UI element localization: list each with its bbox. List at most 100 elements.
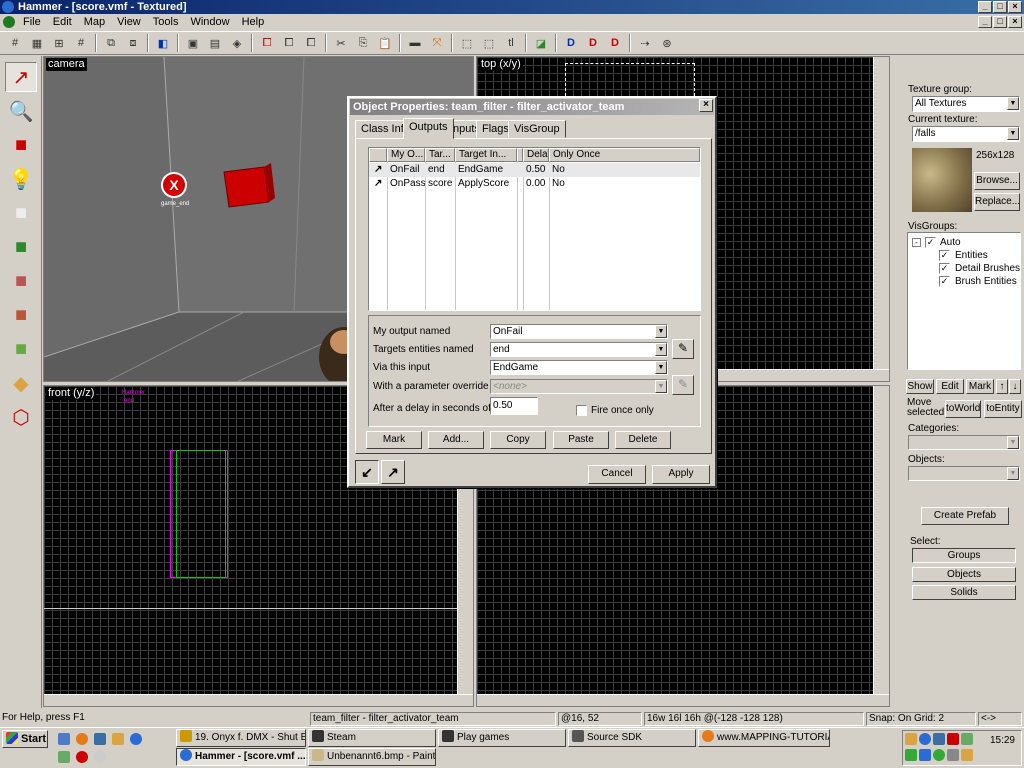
parameter-select[interactable]: <none> ▼: [490, 379, 668, 394]
do-icon[interactable]: D: [562, 34, 580, 52]
mdi-minimize-button[interactable]: _: [978, 16, 992, 28]
chevron-down-icon[interactable]: ▼: [655, 380, 667, 393]
table-row[interactable]: ↗ OnFail end EndGame 0.50 No: [369, 163, 700, 177]
check-icon[interactable]: ◈: [228, 34, 246, 52]
menu-file[interactable]: File: [18, 16, 46, 28]
quicklaunch-icon[interactable]: [58, 733, 70, 745]
edit-button[interactable]: Edit: [936, 379, 964, 394]
categories-select[interactable]: ▼: [908, 435, 1020, 450]
tab-visgroup[interactable]: VisGroup: [508, 120, 566, 138]
visgroups-tree[interactable]: - ✓ Auto ✓ Entities ✓ Detail Brushes ✓ B…: [907, 232, 1021, 370]
menu-edit[interactable]: Edit: [48, 16, 77, 28]
larger-grid-icon[interactable]: #: [72, 34, 90, 52]
collapse-icon[interactable]: -: [912, 238, 921, 247]
move-up-button[interactable]: ↑: [996, 379, 1008, 394]
entity-tool-icon[interactable]: 💡: [5, 164, 37, 194]
visgroup-entities-checkbox[interactable]: ✓: [939, 250, 950, 261]
quicklaunch-icon[interactable]: [76, 751, 88, 763]
fire-once-checkbox[interactable]: [576, 405, 587, 416]
chevron-down-icon[interactable]: ▼: [1007, 127, 1019, 140]
chevron-down-icon[interactable]: ▼: [655, 361, 667, 374]
menu-tools[interactable]: Tools: [148, 16, 184, 28]
texture-lock-icon[interactable]: ⧠: [258, 34, 276, 52]
browse-button[interactable]: Browse...: [974, 172, 1020, 190]
minimize-button[interactable]: _: [978, 1, 992, 13]
select-groups-button[interactable]: Groups: [912, 548, 1016, 563]
task-play-games[interactable]: Play games: [438, 729, 566, 747]
block-tool-icon[interactable]: ■: [5, 198, 37, 228]
quicklaunch-icon[interactable]: [94, 751, 106, 763]
top-viewport-vscroll[interactable]: [873, 57, 889, 369]
tray-icon[interactable]: [905, 733, 917, 745]
column-header-input[interactable]: Target In...: [455, 148, 517, 162]
menu-view[interactable]: View: [112, 16, 146, 28]
tab-outputs[interactable]: Outputs: [403, 118, 454, 139]
replace-button[interactable]: Replace...: [974, 193, 1020, 211]
toggle-icon[interactable]: ⧠: [302, 34, 320, 52]
tt-icon[interactable]: tl: [502, 34, 520, 52]
dialog-close-button[interactable]: ×: [699, 99, 713, 112]
tray-icon[interactable]: [947, 749, 959, 761]
column-header-icon[interactable]: [369, 148, 387, 162]
chevron-down-icon[interactable]: ▼: [655, 343, 667, 356]
column-header-delay[interactable]: Delay: [523, 148, 549, 162]
column-header-once[interactable]: Only Once: [549, 148, 700, 162]
magnify-tool-icon[interactable]: 🔍: [5, 96, 37, 126]
side-viewport-hscroll[interactable]: [477, 694, 889, 706]
tray-icon[interactable]: [961, 733, 973, 745]
maximize-button[interactable]: □: [993, 1, 1007, 13]
task-winamp[interactable]: 19. Onyx f. DMX - Shut E...: [176, 729, 306, 747]
visgroup-brush-entities[interactable]: Brush Entities: [955, 276, 1017, 287]
task-steam[interactable]: Steam: [308, 729, 436, 747]
vertex-tool-icon[interactable]: ⬡: [5, 402, 37, 432]
via-input-select[interactable]: EndGame ▼: [490, 360, 668, 375]
smaller-grid-icon[interactable]: ⊞: [50, 34, 68, 52]
autoalign-icon[interactable]: ⧠: [280, 34, 298, 52]
hide-icon[interactable]: ◧: [154, 34, 172, 52]
3d-grid-icon[interactable]: ▦: [28, 34, 46, 52]
clip-tool-icon[interactable]: ◆: [5, 368, 37, 398]
paste-icon[interactable]: 📋: [376, 34, 394, 52]
carve-icon[interactable]: ▣: [184, 34, 202, 52]
tray-icon[interactable]: [947, 733, 959, 745]
visgroup-auto-checkbox[interactable]: ✓: [925, 237, 936, 248]
tray-icon[interactable]: [933, 733, 945, 745]
paste-button[interactable]: Paste: [553, 431, 609, 449]
pick-target-button[interactable]: ✎: [672, 339, 694, 359]
outputs-list[interactable]: My O... Tar... Target In... Delay Only O…: [368, 147, 701, 311]
table-row[interactable]: ↗ OnPass score ApplyScore 0.00 No: [369, 177, 700, 191]
task-source-sdk[interactable]: Source SDK: [568, 729, 696, 747]
tray-icon[interactable]: [919, 749, 931, 761]
dialog-title[interactable]: Object Properties: team_filter - filter_…: [350, 99, 714, 115]
inputs-mode-button[interactable]: ↗: [381, 460, 405, 484]
select-tool-icon[interactable]: ⬚: [480, 34, 498, 52]
create-prefab-button[interactable]: Create Prefab: [921, 507, 1009, 525]
menu-map[interactable]: Map: [79, 16, 110, 28]
add-button[interactable]: Add...: [428, 431, 484, 449]
visgroup-entities[interactable]: Entities: [955, 250, 988, 261]
delete-button[interactable]: Delete: [615, 431, 671, 449]
cut-icon[interactable]: ✂: [332, 34, 350, 52]
task-hammer[interactable]: Hammer - [score.vmf ...: [176, 748, 306, 766]
mark-visgroup-button[interactable]: Mark: [966, 379, 994, 394]
flip-icon[interactable]: ◪: [532, 34, 550, 52]
targets-select[interactable]: end ▼: [490, 342, 668, 357]
texture-group-select[interactable]: All Textures ▼: [912, 96, 1020, 112]
clock[interactable]: 15:29: [990, 735, 1015, 746]
start-button[interactable]: Start: [2, 730, 48, 748]
cordon-settings-icon[interactable]: ⊛: [658, 34, 676, 52]
copy-icon[interactable]: ⎘: [354, 34, 372, 52]
cancel-button[interactable]: Cancel: [588, 465, 646, 484]
chevron-down-icon[interactable]: ▼: [655, 325, 667, 338]
column-header-target[interactable]: Tar...: [425, 148, 455, 162]
menu-help[interactable]: Help: [237, 16, 270, 28]
to-entity-button[interactable]: toEntity: [984, 400, 1022, 418]
mdi-close-button[interactable]: ×: [1008, 16, 1022, 28]
objects-select[interactable]: ▼: [908, 466, 1020, 481]
quicklaunch-icon[interactable]: [112, 733, 124, 745]
mark-button[interactable]: Mark: [366, 431, 422, 449]
mdi-restore-button[interactable]: □: [993, 16, 1007, 28]
select-objects-button[interactable]: Objects: [912, 567, 1016, 582]
outputs-mode-button[interactable]: ↙: [355, 460, 379, 484]
apply-texture-icon[interactable]: ■: [5, 266, 37, 296]
